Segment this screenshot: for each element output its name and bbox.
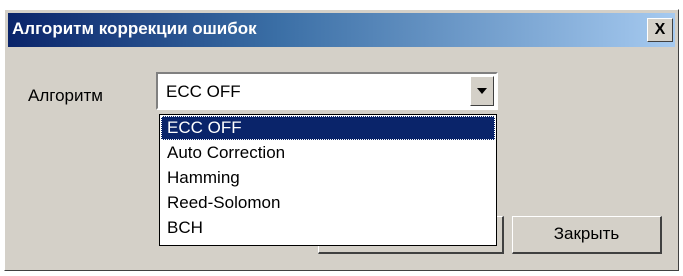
dropdown-option-reed-solomon[interactable]: Reed-Solomon: [161, 191, 495, 215]
algorithm-select-value: ECC OFF: [166, 82, 241, 101]
close-button[interactable]: Закрыть: [512, 216, 662, 254]
window-title: Алгоритм коррекции ошибок: [12, 19, 257, 38]
chevron-down-icon[interactable]: [470, 76, 494, 106]
close-icon[interactable]: X: [647, 18, 673, 42]
dropdown-option-auto-correction[interactable]: Auto Correction: [161, 141, 495, 165]
dropdown-option-bch[interactable]: BCH: [161, 216, 495, 240]
algorithm-dropdown-list[interactable]: ECC OFF Auto Correction Hamming Reed-Sol…: [159, 114, 497, 246]
dropdown-option-hamming[interactable]: Hamming: [161, 166, 495, 190]
title-bar[interactable]: Алгоритм коррекции ошибок X: [8, 13, 675, 47]
dropdown-option-ecc-off[interactable]: ECC OFF: [161, 116, 495, 140]
algorithm-select[interactable]: ECC OFF: [156, 72, 498, 110]
algorithm-label: Алгоритм: [28, 86, 103, 105]
